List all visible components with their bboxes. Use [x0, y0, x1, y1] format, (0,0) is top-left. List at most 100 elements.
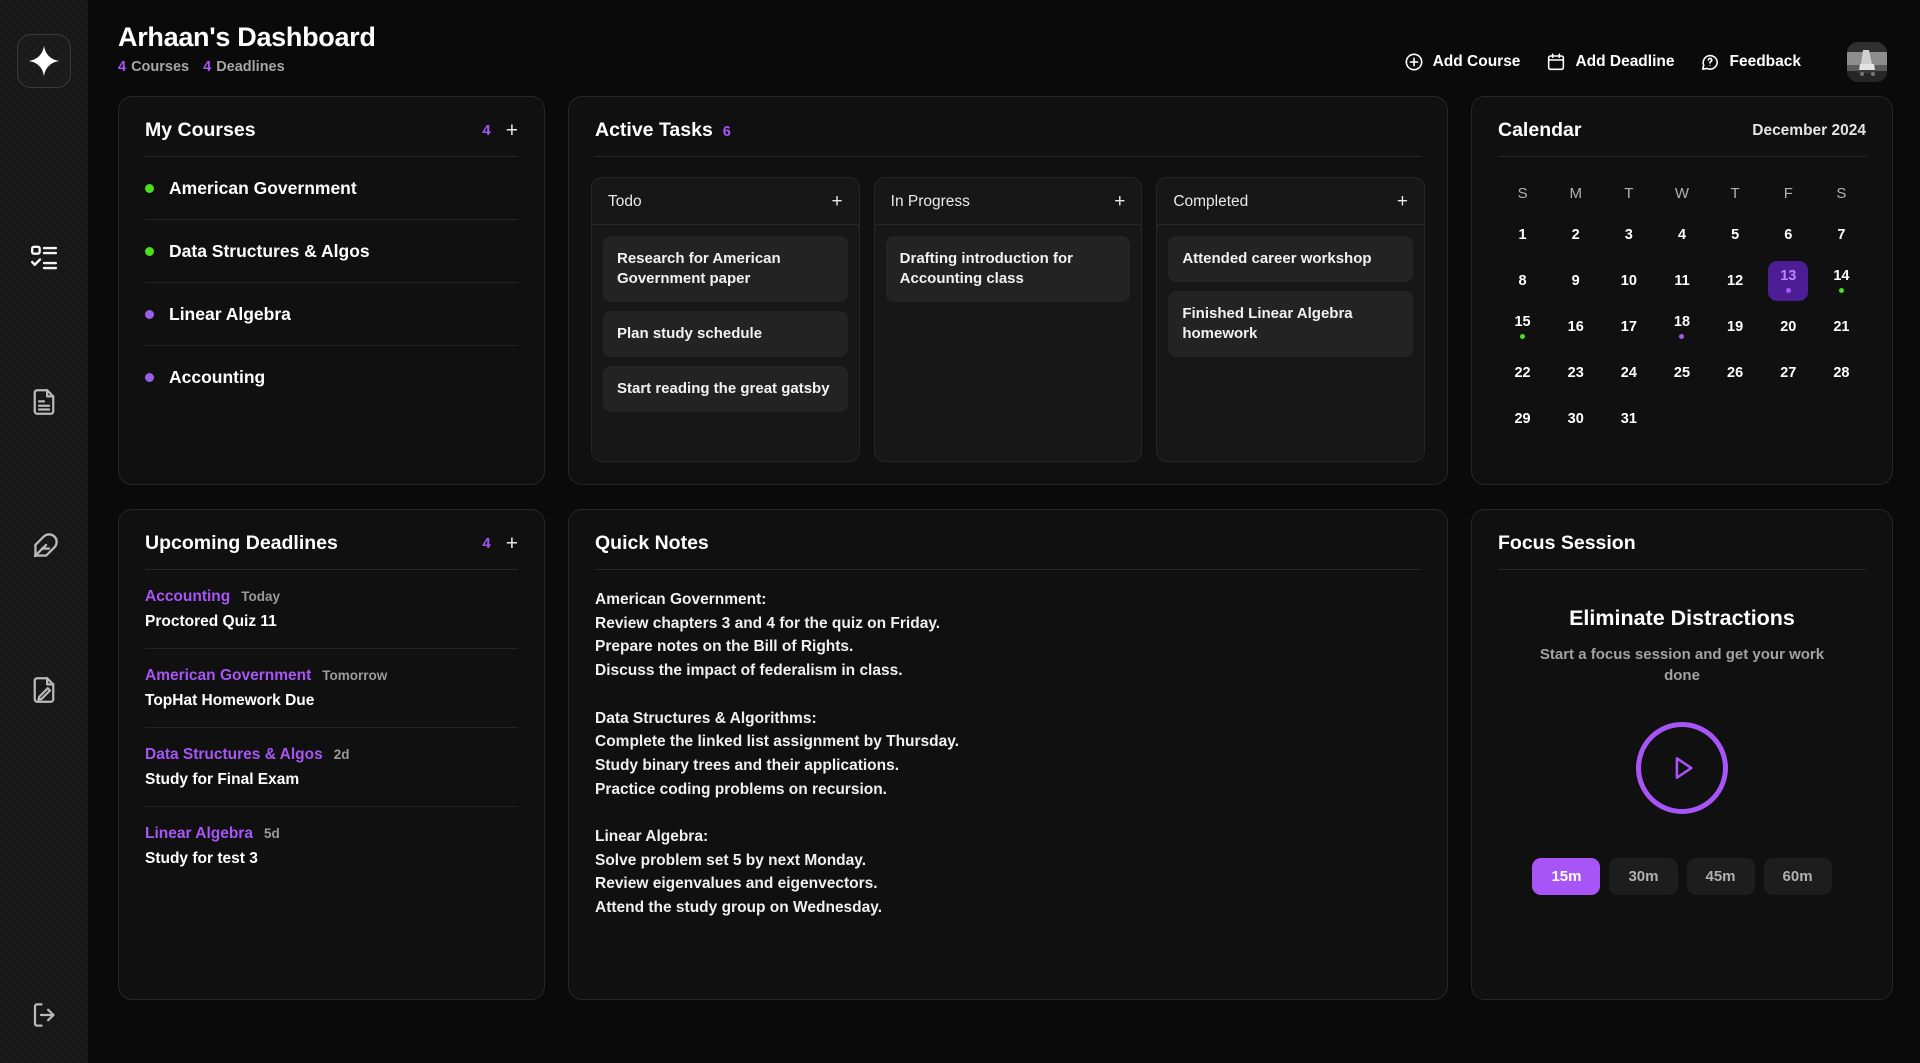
deadline-title: Proctored Quiz 11: [145, 613, 277, 630]
calendar-day-number: 22: [1514, 364, 1531, 381]
calendar-day-inner: 15: [1503, 307, 1543, 347]
kanban-column-header: Completed +: [1157, 178, 1424, 225]
courses-card-header: My Courses 4 +: [119, 97, 544, 156]
task-card[interactable]: Research for American Government paper: [603, 236, 848, 302]
sidebar-item-edit-document[interactable]: [22, 668, 66, 712]
calendar-day[interactable]: 12: [1709, 258, 1762, 304]
calendar-day[interactable]: 14: [1815, 258, 1868, 304]
add-task-icon[interactable]: +: [832, 192, 843, 211]
tasks-card-body: Todo + Research for American Government pa…: [569, 157, 1447, 484]
task-card[interactable]: Attended career workshop: [1168, 236, 1413, 282]
duration-option[interactable]: 30m: [1609, 858, 1678, 895]
deadline-due: Today: [241, 589, 281, 604]
add-course-button[interactable]: Add Course: [1404, 52, 1520, 72]
calendar-day[interactable]: 7: [1815, 212, 1868, 258]
duration-option[interactable]: 60m: [1763, 858, 1832, 895]
calendar-day[interactable]: 18: [1655, 304, 1708, 350]
notes-textarea[interactable]: American Government: Review chapters 3 a…: [569, 570, 1447, 946]
calendar-day[interactable]: 22: [1496, 350, 1549, 396]
calendar-day[interactable]: 8: [1496, 258, 1549, 304]
calendar-day-inner: 3: [1609, 215, 1649, 255]
sidebar-item-tasks[interactable]: [22, 236, 66, 280]
calendar-day-today[interactable]: 13: [1762, 258, 1815, 304]
calendar-day-number: 27: [1780, 364, 1797, 381]
feedback-label: Feedback: [1729, 53, 1801, 70]
calendar-day[interactable]: 28: [1815, 350, 1868, 396]
calendar-weekday: W: [1674, 185, 1690, 202]
calendar-day-inner: 13: [1768, 261, 1809, 301]
calendar-weekday: S: [1517, 185, 1528, 202]
task-card[interactable]: Start reading the great gatsby: [603, 365, 848, 412]
course-row[interactable]: Accounting: [145, 346, 518, 408]
calendar-day[interactable]: 16: [1549, 304, 1602, 350]
calendar-day-number: 24: [1620, 364, 1637, 381]
calendar-day[interactable]: 4: [1655, 212, 1708, 258]
sidebar-item-notes[interactable]: [22, 524, 66, 568]
calendar-day[interactable]: 15: [1496, 304, 1549, 350]
add-course-icon[interactable]: +: [506, 120, 518, 141]
calendar-day[interactable]: 3: [1602, 212, 1655, 258]
task-card[interactable]: Plan study schedule: [603, 310, 848, 357]
calendar-day[interactable]: 27: [1762, 350, 1815, 396]
calendar-day[interactable]: 1: [1496, 212, 1549, 258]
calendar-day[interactable]: 10: [1602, 258, 1655, 304]
course-name: Linear Algebra: [169, 304, 291, 324]
sidebar-item-documents[interactable]: [22, 380, 66, 424]
course-color-dot: [145, 310, 154, 319]
deadline-row[interactable]: Linear Algebra 5d Study for test 3: [145, 807, 518, 885]
course-name: Data Structures & Algos: [169, 241, 370, 261]
calendar-day-inner: 18: [1662, 307, 1702, 347]
calendar-event-dot: [1520, 334, 1526, 340]
calendar-day[interactable]: 19: [1709, 304, 1762, 350]
tasks-count: 6: [722, 124, 731, 140]
kanban-column-header: Todo +: [592, 178, 859, 225]
calendar-day[interactable]: 20: [1762, 304, 1815, 350]
calendar-day-inner: 8: [1503, 261, 1543, 301]
calendar-card: Calendar December 2024 SMTWTFS 123456789…: [1471, 96, 1893, 485]
feedback-button[interactable]: Feedback: [1700, 52, 1801, 72]
calendar-day-inner: 16: [1556, 307, 1596, 347]
course-row[interactable]: American Government: [145, 157, 518, 220]
calendar-event-dot: [1785, 288, 1791, 294]
course-row[interactable]: Linear Algebra: [145, 283, 518, 346]
task-card[interactable]: Drafting introduction for Accounting cla…: [885, 236, 1131, 302]
calendar-day[interactable]: 24: [1602, 350, 1655, 396]
add-task-icon[interactable]: +: [1114, 192, 1125, 211]
sparkle-logo-icon: [28, 45, 60, 77]
avatar[interactable]: [1847, 42, 1887, 82]
calendar-day[interactable]: 26: [1709, 350, 1762, 396]
calendar-day-number: 26: [1727, 364, 1744, 381]
calendar-day[interactable]: 17: [1602, 304, 1655, 350]
calendar-day[interactable]: 9: [1549, 258, 1602, 304]
calendar-day[interactable]: 21: [1815, 304, 1868, 350]
calendar-day[interactable]: 23: [1549, 350, 1602, 396]
logout-button[interactable]: [22, 993, 66, 1037]
deadline-list: Accounting Today Proctored Quiz 11 American…: [119, 570, 544, 885]
calendar-day[interactable]: 2: [1549, 212, 1602, 258]
course-row[interactable]: Data Structures & Algos: [145, 220, 518, 283]
calendar-day-number: 18: [1673, 313, 1691, 330]
add-deadline-icon[interactable]: +: [506, 533, 518, 554]
duration-option[interactable]: 15m: [1532, 858, 1601, 895]
course-list: American Government Data Structures & Alg…: [119, 157, 544, 408]
calendar-day[interactable]: 11: [1655, 258, 1708, 304]
calendar-day-number: 14: [1833, 267, 1850, 284]
duration-option[interactable]: 45m: [1686, 858, 1755, 895]
start-focus-button[interactable]: [1636, 722, 1728, 814]
deadline-row[interactable]: Data Structures & Algos 2d Study for Final…: [145, 728, 518, 807]
focus-card-title: Focus Session: [1498, 532, 1636, 554]
deadline-row[interactable]: American Government Tomorrow TopHat Homewo…: [145, 649, 518, 728]
feather-pen-icon: [33, 532, 58, 557]
add-deadline-button[interactable]: Add Deadline: [1546, 52, 1674, 72]
calendar-day[interactable]: 25: [1655, 350, 1708, 396]
task-card[interactable]: Finished Linear Algebra homework: [1168, 290, 1413, 357]
deadline-row[interactable]: Accounting Today Proctored Quiz 11: [145, 570, 518, 649]
calendar-day[interactable]: 5: [1709, 212, 1762, 258]
calendar-day[interactable]: 31: [1602, 396, 1655, 442]
deadline-title: Study for Final Exam: [145, 771, 300, 788]
app-logo[interactable]: [17, 34, 71, 88]
calendar-day[interactable]: 30: [1549, 396, 1602, 442]
add-task-icon[interactable]: +: [1397, 192, 1408, 211]
calendar-day[interactable]: 29: [1496, 396, 1549, 442]
calendar-day[interactable]: 6: [1762, 212, 1815, 258]
